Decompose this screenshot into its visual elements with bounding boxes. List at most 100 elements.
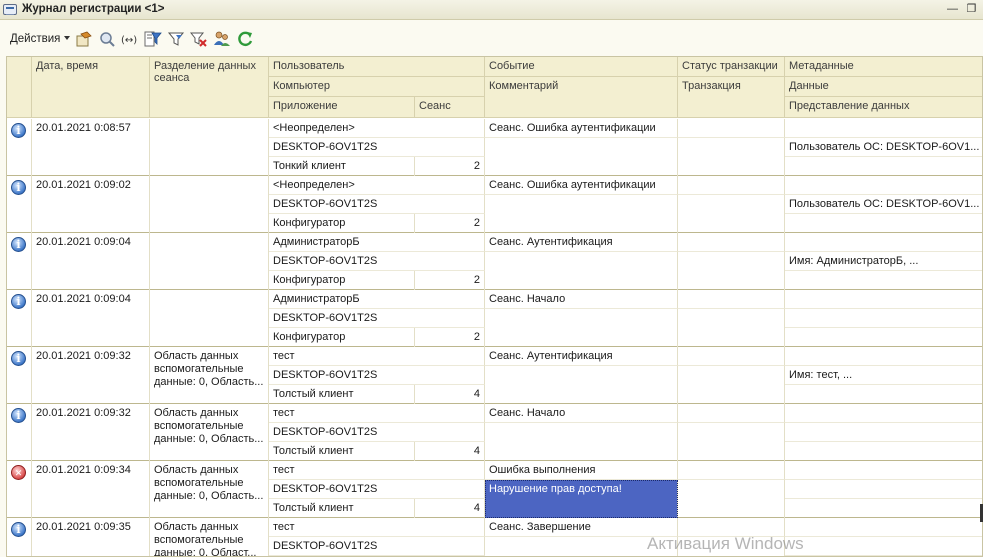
user-cell[interactable]: тест bbox=[269, 404, 485, 423]
table-row[interactable]: 20.01.2021 0:09:35Область данных вспомог… bbox=[7, 518, 982, 556]
status-cell[interactable] bbox=[678, 233, 785, 252]
data-cell[interactable] bbox=[785, 480, 982, 499]
separation-cell[interactable]: Область данных вспомогательные данные: 0… bbox=[150, 518, 269, 556]
header-event[interactable]: Событие bbox=[485, 57, 678, 77]
trans-cell[interactable] bbox=[678, 480, 785, 518]
table-row[interactable]: 20.01.2021 0:08:57 <Неопределен>DESKTOP-6… bbox=[7, 119, 982, 176]
application-cell[interactable]: Конфигуратор bbox=[269, 271, 415, 290]
pres-cell[interactable] bbox=[785, 214, 982, 233]
pres-cell[interactable] bbox=[785, 442, 982, 461]
filter-icon[interactable] bbox=[167, 30, 185, 48]
user-cell[interactable]: АдминистраторБ bbox=[269, 233, 485, 252]
computer-cell[interactable]: DESKTOP-6OV1T2S bbox=[269, 138, 485, 157]
event-cell[interactable]: Сеанс. Ошибка аутентификации bbox=[485, 119, 678, 138]
header-computer[interactable]: Компьютер bbox=[269, 77, 485, 97]
filter-settings-icon[interactable] bbox=[144, 30, 162, 48]
trans-cell[interactable] bbox=[678, 423, 785, 461]
date-cell[interactable]: 20.01.2021 0:09:32 bbox=[32, 404, 150, 461]
users-icon[interactable] bbox=[213, 30, 231, 48]
comment-cell[interactable] bbox=[485, 366, 678, 404]
comment-cell[interactable] bbox=[485, 309, 678, 347]
pres-cell[interactable] bbox=[785, 271, 982, 290]
computer-cell[interactable]: DESKTOP-6OV1T2S bbox=[269, 366, 485, 385]
table-row[interactable]: 20.01.2021 0:09:02 <Неопределен>DESKTOP-6… bbox=[7, 176, 982, 233]
session-cell[interactable]: 2 bbox=[415, 271, 485, 290]
separation-cell[interactable]: Область данных вспомогательные данные: 0… bbox=[150, 461, 269, 518]
trans-cell[interactable] bbox=[678, 309, 785, 347]
table-row[interactable]: 20.01.2021 0:09:04 АдминистраторБDESKTOP-… bbox=[7, 290, 982, 347]
date-cell[interactable]: 20.01.2021 0:09:34 bbox=[32, 461, 150, 518]
pres-cell[interactable] bbox=[785, 157, 982, 176]
comment-cell[interactable] bbox=[485, 252, 678, 290]
header-separation[interactable]: Разделение данных сеанса bbox=[150, 57, 269, 118]
header-user[interactable]: Пользователь bbox=[269, 57, 485, 77]
meta-cell[interactable] bbox=[785, 404, 982, 423]
data-cell[interactable]: Пользователь ОС: DESKTOP-6OV1... bbox=[785, 138, 982, 157]
meta-cell[interactable] bbox=[785, 347, 982, 366]
separation-cell[interactable] bbox=[150, 290, 269, 347]
data-cell[interactable] bbox=[785, 309, 982, 328]
separation-cell[interactable] bbox=[150, 119, 269, 176]
actions-menu-button[interactable]: Действия bbox=[10, 33, 71, 45]
computer-cell[interactable]: DESKTOP-6OV1T2S bbox=[269, 537, 485, 556]
user-cell[interactable]: АдминистраторБ bbox=[269, 290, 485, 309]
restore-button[interactable]: ❐ bbox=[965, 3, 978, 16]
computer-cell[interactable]: DESKTOP-6OV1T2S bbox=[269, 252, 485, 271]
session-cell[interactable]: 2 bbox=[415, 157, 485, 176]
separation-cell[interactable]: Область данных вспомогательные данные: 0… bbox=[150, 404, 269, 461]
user-cell[interactable]: тест bbox=[269, 461, 485, 480]
comment-cell[interactable] bbox=[485, 195, 678, 233]
header-comment[interactable]: Комментарий bbox=[485, 77, 678, 118]
date-cell[interactable]: 20.01.2021 0:09:04 bbox=[32, 233, 150, 290]
session-cell[interactable]: 2 bbox=[415, 214, 485, 233]
meta-cell[interactable] bbox=[785, 290, 982, 309]
application-cell[interactable]: Толстый клиент bbox=[269, 442, 415, 461]
header-date[interactable]: Дата, время bbox=[32, 57, 150, 118]
table-row[interactable]: 20.01.2021 0:09:04 АдминистраторБDESKTOP-… bbox=[7, 233, 982, 290]
data-cell[interactable]: Пользователь ОС: DESKTOP-6OV1... bbox=[785, 195, 982, 214]
event-cell[interactable]: Сеанс. Аутентификация bbox=[485, 233, 678, 252]
separation-cell[interactable] bbox=[150, 176, 269, 233]
settings-icon[interactable] bbox=[75, 30, 93, 48]
trans-cell[interactable] bbox=[678, 138, 785, 176]
session-cell[interactable]: 4 bbox=[415, 442, 485, 461]
data-cell[interactable] bbox=[785, 423, 982, 442]
meta-cell[interactable] bbox=[785, 518, 982, 537]
separation-cell[interactable]: Область данных вспомогательные данные: 0… bbox=[150, 347, 269, 404]
event-cell[interactable]: Сеанс. Аутентификация bbox=[485, 347, 678, 366]
table-row[interactable]: 20.01.2021 0:09:32Область данных вспомог… bbox=[7, 347, 982, 404]
session-cell[interactable]: 4 bbox=[415, 499, 485, 518]
application-cell[interactable]: Толстый клиент bbox=[269, 499, 415, 518]
date-cell[interactable]: 20.01.2021 0:08:57 bbox=[32, 119, 150, 176]
meta-cell[interactable] bbox=[785, 176, 982, 195]
user-cell[interactable]: <Неопределен> bbox=[269, 176, 485, 195]
header-transaction[interactable]: Транзакция bbox=[678, 77, 785, 118]
minimize-button[interactable]: — bbox=[946, 3, 959, 16]
application-cell[interactable]: Конфигуратор bbox=[269, 328, 415, 347]
user-cell[interactable]: тест bbox=[269, 518, 485, 537]
trans-cell[interactable] bbox=[678, 252, 785, 290]
header-metadata[interactable]: Метаданные bbox=[785, 57, 982, 77]
computer-cell[interactable]: DESKTOP-6OV1T2S bbox=[269, 195, 485, 214]
computer-cell[interactable]: DESKTOP-6OV1T2S bbox=[269, 423, 485, 442]
session-cell[interactable]: 2 bbox=[415, 328, 485, 347]
event-cell[interactable]: Сеанс. Начало bbox=[485, 290, 678, 309]
trans-cell[interactable] bbox=[678, 366, 785, 404]
data-cell[interactable] bbox=[785, 537, 982, 556]
event-cell[interactable]: Сеанс. Ошибка аутентификации bbox=[485, 176, 678, 195]
separation-cell[interactable] bbox=[150, 233, 269, 290]
event-cell[interactable]: Ошибка выполнения bbox=[485, 461, 678, 480]
meta-cell[interactable] bbox=[785, 461, 982, 480]
header-data-presentation[interactable]: Представление данных bbox=[785, 97, 982, 118]
status-cell[interactable] bbox=[678, 461, 785, 480]
application-cell[interactable]: Толстый клиент bbox=[269, 385, 415, 404]
status-cell[interactable] bbox=[678, 119, 785, 138]
status-cell[interactable] bbox=[678, 347, 785, 366]
date-cell[interactable]: 20.01.2021 0:09:02 bbox=[32, 176, 150, 233]
table-row[interactable]: 20.01.2021 0:09:32Область данных вспомог… bbox=[7, 404, 982, 461]
data-cell[interactable]: Имя: тест, ... bbox=[785, 366, 982, 385]
status-cell[interactable] bbox=[678, 290, 785, 309]
pres-cell[interactable] bbox=[785, 499, 982, 518]
data-cell[interactable]: Имя: АдминистраторБ, ... bbox=[785, 252, 982, 271]
comment-cell[interactable] bbox=[485, 138, 678, 176]
